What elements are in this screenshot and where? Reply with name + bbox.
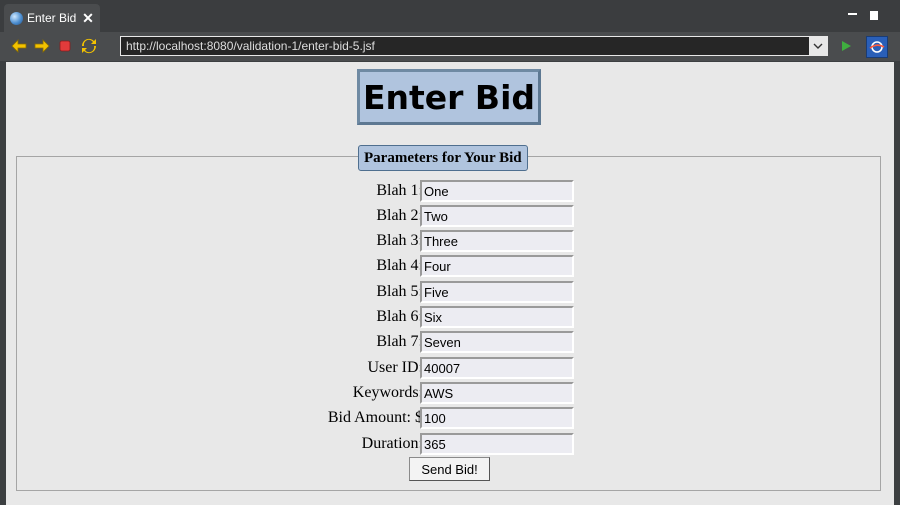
field-label: Duration: [361, 435, 423, 452]
form-row: Blah 4: [17, 255, 882, 277]
field-label: Blah 2: [376, 207, 423, 224]
refresh-icon[interactable] [80, 37, 98, 55]
forward-icon[interactable] [33, 37, 51, 55]
address-bar[interactable] [120, 36, 828, 56]
blah-3-input[interactable] [420, 230, 574, 252]
stop-icon[interactable] [56, 37, 74, 55]
tab-enter-bid[interactable]: Enter Bid ✕ [4, 4, 100, 32]
form-row: Keywords: [17, 382, 882, 404]
field-label: Blah 4: [376, 257, 423, 274]
field-label: Bid Amount: $ [327, 409, 423, 426]
blah-7-input[interactable] [420, 331, 574, 353]
maximize-button[interactable] [866, 8, 882, 22]
form-row: Blah 3: [17, 230, 882, 252]
field-label: Blah 5: [376, 283, 423, 300]
url-input[interactable] [121, 37, 811, 55]
form-row: Bid Amount: $ [17, 407, 882, 429]
form-row: Duration: [17, 433, 882, 455]
field-label: Keywords: [352, 384, 423, 401]
field-label: Blah 7: [376, 333, 423, 350]
fieldset-legend: Parameters for Your Bid [358, 145, 528, 171]
blah-6-input[interactable] [420, 306, 574, 328]
keywords-input[interactable] [420, 382, 574, 404]
form-row: User ID: [17, 357, 882, 379]
user-id-input[interactable] [420, 357, 574, 379]
browser-logo-icon[interactable] [866, 36, 888, 58]
form-row: Blah 2: [17, 205, 882, 227]
blah-2-input[interactable] [420, 205, 574, 227]
page-title: Enter Bid [357, 69, 541, 125]
close-icon[interactable]: ✕ [80, 10, 96, 27]
field-label: User ID: [367, 359, 423, 376]
go-icon[interactable] [837, 37, 855, 55]
form-row: Blah 5: [17, 281, 882, 303]
globe-icon [10, 11, 23, 25]
field-label: Blah 3: [376, 232, 423, 249]
tab-bar: Enter Bid ✕ [0, 0, 900, 32]
form-row: Blah 6: [17, 306, 882, 328]
blah-4-input[interactable] [420, 255, 574, 277]
chevron-down-icon[interactable] [809, 37, 827, 55]
duration-input[interactable] [420, 433, 574, 455]
bid-parameters-fieldset: Parameters for Your Bid Blah 1: Blah 2: … [16, 145, 882, 491]
minimize-button[interactable] [844, 8, 860, 22]
form-row: Blah 1: [17, 180, 882, 202]
send-bid-button[interactable]: Send Bid! [409, 457, 490, 481]
form-row: Blah 7: [17, 331, 882, 353]
browser-toolbar [0, 32, 900, 61]
page-content: Enter Bid Parameters for Your Bid Blah 1… [6, 62, 894, 505]
blah-5-input[interactable] [420, 281, 574, 303]
field-label: Blah 6: [376, 308, 423, 325]
blah-1-input[interactable] [420, 180, 574, 202]
tab-title: Enter Bid [27, 11, 77, 25]
bid-amount-input[interactable] [420, 407, 574, 429]
field-label: Blah 1: [376, 182, 423, 199]
back-icon[interactable] [10, 37, 28, 55]
